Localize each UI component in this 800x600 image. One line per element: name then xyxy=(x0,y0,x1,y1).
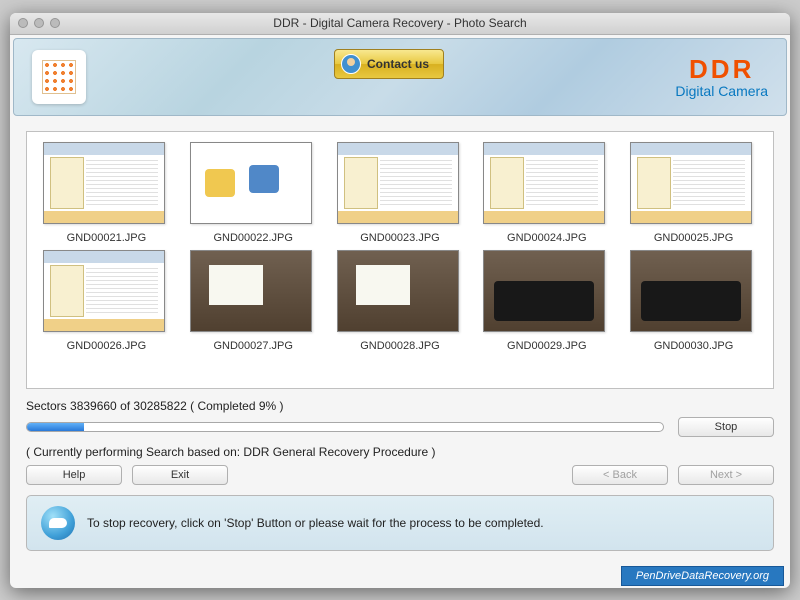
thumbnail-image xyxy=(630,250,752,332)
thumbnail-item[interactable]: GND00030.JPG xyxy=(630,250,757,352)
progress-bar xyxy=(26,422,664,432)
thumbnail-item[interactable]: GND00025.JPG xyxy=(630,142,757,244)
thumbnail-item[interactable]: GND00027.JPG xyxy=(190,250,317,352)
contact-label: Contact us xyxy=(367,57,429,71)
thumbnail-item[interactable]: GND00023.JPG xyxy=(337,142,464,244)
thumbnail-label: GND00022.JPG xyxy=(190,232,317,244)
thumbnail-image xyxy=(483,142,605,224)
brand-subtitle: Digital Camera xyxy=(675,83,768,99)
thumbnail-row: GND00026.JPG GND00027.JPG GND00028.JPG G… xyxy=(43,250,757,352)
status-text: ( Currently performing Search based on: … xyxy=(26,445,774,459)
contact-us-button[interactable]: Contact us xyxy=(334,49,444,79)
thumbnail-image xyxy=(43,250,165,332)
info-box: To stop recovery, click on 'Stop' Button… xyxy=(26,495,774,551)
logo-icon xyxy=(42,60,76,94)
thumbnail-item[interactable]: GND00024.JPG xyxy=(483,142,610,244)
nav-row: Help Exit < Back Next > xyxy=(26,465,774,485)
thumbnail-label: GND00030.JPG xyxy=(630,340,757,352)
content-area: GND00021.JPG GND00022.JPG GND00023.JPG G… xyxy=(10,119,790,588)
back-button: < Back xyxy=(572,465,668,485)
thumbnail-image xyxy=(43,142,165,224)
thumbnail-label: GND00029.JPG xyxy=(483,340,610,352)
thumbnail-label: GND00026.JPG xyxy=(43,340,170,352)
thumbnail-label: GND00021.JPG xyxy=(43,232,170,244)
exit-button[interactable]: Exit xyxy=(132,465,228,485)
thumbnail-image xyxy=(190,142,312,224)
thumbnail-image xyxy=(630,142,752,224)
thumbnail-item[interactable]: GND00028.JPG xyxy=(337,250,464,352)
thumbnail-item[interactable]: GND00029.JPG xyxy=(483,250,610,352)
thumbnail-item[interactable]: GND00021.JPG xyxy=(43,142,170,244)
next-button: Next > xyxy=(678,465,774,485)
thumbnail-label: GND00028.JPG xyxy=(337,340,464,352)
progress-section: Sectors 3839660 of 30285822 ( Completed … xyxy=(26,399,774,437)
app-logo xyxy=(32,50,86,104)
header-banner: Contact us DDR Digital Camera xyxy=(13,38,787,116)
thumbnail-row: GND00021.JPG GND00022.JPG GND00023.JPG G… xyxy=(43,142,757,244)
thumbnail-label: GND00027.JPG xyxy=(190,340,317,352)
brand-title: DDR xyxy=(675,54,768,85)
thumbnail-image xyxy=(337,250,459,332)
contact-avatar-icon xyxy=(341,54,361,74)
thumbnail-image xyxy=(337,142,459,224)
thumbnail-image xyxy=(483,250,605,332)
titlebar: DDR - Digital Camera Recovery - Photo Se… xyxy=(10,13,790,35)
thumbnail-panel: GND00021.JPG GND00022.JPG GND00023.JPG G… xyxy=(26,131,774,389)
window-title: DDR - Digital Camera Recovery - Photo Se… xyxy=(10,16,790,30)
thumbnail-item[interactable]: GND00022.JPG xyxy=(190,142,317,244)
thumbnail-label: GND00024.JPG xyxy=(483,232,610,244)
thumbnail-image xyxy=(190,250,312,332)
progress-fill xyxy=(27,423,84,431)
thumbnail-label: GND00023.JPG xyxy=(337,232,464,244)
app-window: DDR - Digital Camera Recovery - Photo Se… xyxy=(10,13,790,588)
info-chat-icon xyxy=(41,506,75,540)
brand: DDR Digital Camera xyxy=(675,54,768,99)
help-button[interactable]: Help xyxy=(26,465,122,485)
watermark: PenDriveDataRecovery.org xyxy=(621,566,784,586)
thumbnail-item[interactable]: GND00026.JPG xyxy=(43,250,170,352)
stop-button[interactable]: Stop xyxy=(678,417,774,437)
thumbnail-label: GND00025.JPG xyxy=(630,232,757,244)
info-text: To stop recovery, click on 'Stop' Button… xyxy=(87,516,544,530)
progress-text: Sectors 3839660 of 30285822 ( Completed … xyxy=(26,399,774,413)
